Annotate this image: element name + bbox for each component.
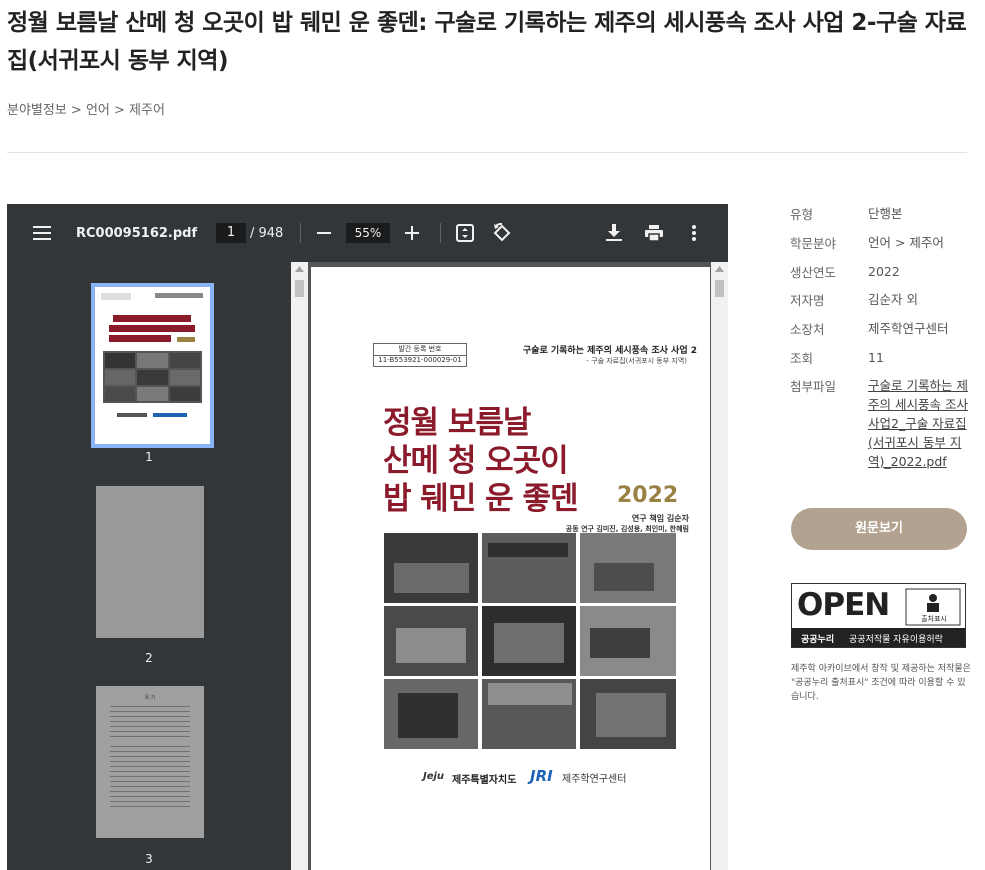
cover-photo-grid xyxy=(384,533,676,749)
cover-series: 구술로 기록하는 제주의 세시풍속 조사 사업 2 xyxy=(522,346,697,356)
pdf-page-area[interactable]: 발간 등록 번호 11-B553921-000029-01 구술로 기록하는 제… xyxy=(308,262,711,870)
attachment-link[interactable]: 구술로 기록하는 제주의 세시풍속 조사 사업2_구술 자료집(서귀포시 동부 … xyxy=(868,376,968,471)
cover-org2: 제주학연구센터 xyxy=(562,774,627,785)
page-total: / 948 xyxy=(250,225,284,241)
thumbnail-page-1[interactable] xyxy=(91,283,214,448)
zoom-out-button[interactable] xyxy=(314,204,334,262)
thumbnail-page-number: 3 xyxy=(145,852,153,866)
thumbnail-page-number: 2 xyxy=(145,651,153,665)
breadcrumb: 분야별정보 > 언어 > 제주어 xyxy=(7,103,165,118)
thumbnail-page-2[interactable] xyxy=(96,486,204,638)
pdf-viewer: RC00095162.pdf 1 / 948 55% 1 2 목 차 3 발간 … xyxy=(7,204,728,870)
kogl-open-badge: OPEN 출처표시 공공누리 공공저작물 자유이용허락 xyxy=(791,583,966,648)
print-icon[interactable] xyxy=(643,204,665,262)
thumbnail-page-3[interactable]: 목 차 xyxy=(96,686,204,838)
pdf-page-1: 발간 등록 번호 11-B553921-000029-01 구술로 기록하는 제… xyxy=(311,267,710,870)
jeju-logo: Jeju xyxy=(423,771,445,782)
sidebar-scrollbar[interactable] xyxy=(291,262,308,870)
page-scrollbar[interactable] xyxy=(711,262,728,870)
kogl-label: 공공누리 xyxy=(801,635,835,645)
registration-number: 11-B553921-000029-01 xyxy=(373,355,467,367)
cover-series-sub: - 구술 자료집(서귀포시 동부 지역) xyxy=(586,357,687,365)
view-original-button[interactable]: 원문보기 xyxy=(791,508,967,550)
pdf-toolbar: RC00095162.pdf 1 / 948 55% xyxy=(7,204,728,262)
kogl-description: 공공저작물 자유이용허락 xyxy=(849,635,943,645)
zoom-input[interactable]: 55% xyxy=(346,204,390,262)
fit-page-icon[interactable] xyxy=(454,204,476,262)
more-options-icon[interactable] xyxy=(684,204,704,262)
license-note: 제주학 아카이브에서 창작 및 제공하는 저작물은 "공공누리 출처표시" 조건… xyxy=(791,664,971,702)
menu-icon[interactable] xyxy=(31,204,53,262)
attribution-label: 출처표시 xyxy=(921,615,947,623)
header-divider xyxy=(7,152,967,153)
rotate-icon[interactable] xyxy=(490,204,514,262)
cover-year: 2022 xyxy=(617,483,679,508)
toolbar-separator xyxy=(300,223,301,243)
page-title: 정월 보름날 산메 청 오곳이 밥 뒈민 운 좋덴: 구술로 기록하는 제주의 … xyxy=(7,10,967,74)
cover-org1: 제주특별자치도 xyxy=(452,775,517,786)
zoom-in-button[interactable] xyxy=(402,204,422,262)
cover-title-line: 밥 뒈민 운 좋덴 xyxy=(383,481,578,517)
pdf-filename: RC00095162.pdf xyxy=(76,225,198,241)
cover-credit-lead: 연구 책임 김순자 xyxy=(631,514,689,523)
open-label: OPEN xyxy=(797,587,890,623)
toolbar-separator xyxy=(440,223,441,243)
download-icon[interactable] xyxy=(603,204,625,262)
jri-logo: JRI xyxy=(530,767,553,785)
thumbnail-page-number: 1 xyxy=(145,450,153,464)
page-number-input[interactable]: 1 xyxy=(216,204,246,262)
thumbnail-sidebar[interactable]: 1 2 목 차 3 xyxy=(7,262,292,870)
